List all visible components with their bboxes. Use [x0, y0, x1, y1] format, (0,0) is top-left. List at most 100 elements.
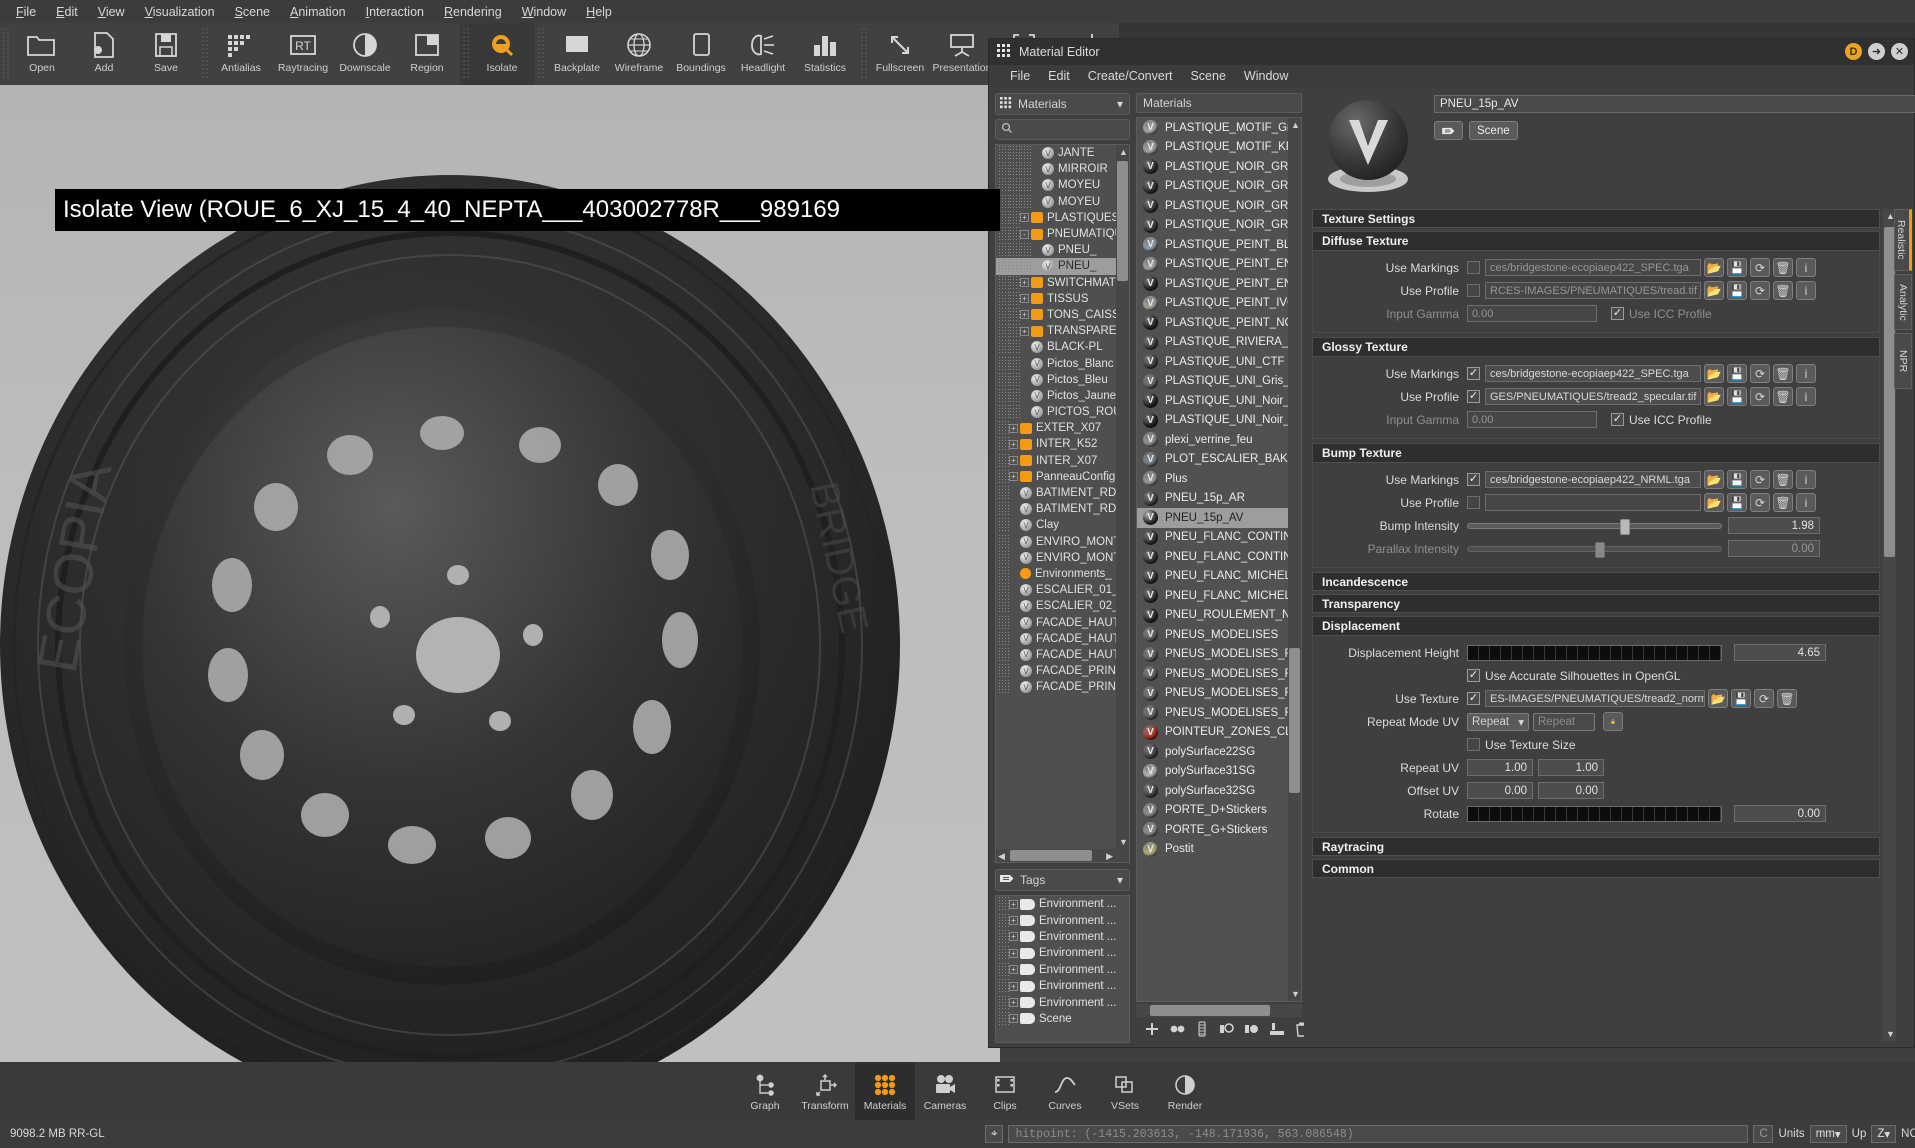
material-list-item[interactable]: V PLASTIQUE_RIVIERA_CTF_RT: [1137, 333, 1290, 353]
tree-node[interactable]: - PNEUMATIQUES: [996, 226, 1116, 243]
bump-intensity-value[interactable]: 1.98: [1728, 517, 1820, 534]
material-list-item[interactable]: V PLASTIQUE_UNI_Gris_Mat_(...: [1137, 372, 1290, 392]
save-icon[interactable]: 💾: [1727, 364, 1747, 383]
toolbar-save-button[interactable]: Save: [135, 23, 197, 83]
info-icon[interactable]: i: [1796, 470, 1816, 489]
toolbar-gripper[interactable]: [462, 27, 471, 79]
glossy-use-profile-checkbox[interactable]: ✓: [1467, 390, 1480, 403]
material-editor-titlebar[interactable]: Material Editor D ➜ ✕: [989, 39, 1914, 65]
tree-expander[interactable]: +: [1009, 932, 1018, 942]
glossy-profile-path-field[interactable]: GES/PNEUMATIQUES/tread2_specular.tif: [1485, 388, 1701, 405]
bump-markings-path-field[interactable]: ces/bridgestone-ecopiaep422_NRML.tga: [1485, 471, 1701, 488]
tree-node[interactable]: + TISSUS: [996, 290, 1116, 307]
tree-node[interactable]: V MOYEU: [996, 193, 1116, 210]
displacement-height-slider[interactable]: [1467, 644, 1722, 661]
materials-list[interactable]: V PLASTIQUE_MOTIF_Gris_Sat... V PLASTIQUE_M…: [1136, 117, 1302, 1002]
tree-node[interactable]: V ENVIRO_MONT: [996, 533, 1116, 550]
viewport-3d[interactable]: ECOPIA BRIDGE Isolate View (ROUE_6_XJ_15…: [0, 85, 1000, 1070]
close-button[interactable]: ✕: [1891, 43, 1908, 60]
tree-expander[interactable]: +: [1020, 278, 1029, 288]
module-vsets-button[interactable]: VSets: [1095, 1062, 1155, 1120]
use-texture-size-checkbox[interactable]: [1467, 738, 1480, 751]
tree-search-box[interactable]: [995, 119, 1159, 140]
delete-icon[interactable]: 🗑: [1777, 689, 1797, 708]
section-displacement[interactable]: Displacement: [1313, 617, 1879, 636]
tree-expander[interactable]: +: [1009, 916, 1018, 926]
tree-node[interactable]: V Clay: [996, 517, 1116, 534]
parallax-intensity-knob[interactable]: [1594, 541, 1605, 558]
toolbar-gripper[interactable]: [537, 27, 546, 79]
tag-node[interactable]: + Environment ...: [996, 896, 1129, 913]
material-list-item[interactable]: V PLASTIQUE_MOTIF_Gris_Sat...: [1137, 118, 1290, 138]
render-tab-npr[interactable]: NPR: [1894, 333, 1912, 389]
module-render-button[interactable]: Render: [1155, 1062, 1215, 1120]
tags-combo[interactable]: Tags ▾: [995, 869, 1130, 891]
menu-scene[interactable]: Scene: [225, 2, 280, 22]
me-menu-scene[interactable]: Scene: [1181, 67, 1234, 85]
material-list-item[interactable]: V PORTE_D+Stickers: [1137, 801, 1290, 821]
info-icon[interactable]: i: [1796, 364, 1816, 383]
scroll-left-icon[interactable]: ◀: [998, 851, 1005, 862]
render-tab-realistic[interactable]: Realistic: [1894, 209, 1912, 271]
dock-button[interactable]: D: [1845, 43, 1862, 60]
tree-expander[interactable]: +: [1009, 439, 1018, 449]
material-list-item[interactable]: V PNEUS_MODELISES_FlancA...: [1137, 645, 1290, 665]
reload-icon[interactable]: ⟳: [1750, 387, 1770, 406]
info-icon[interactable]: i: [1796, 281, 1816, 300]
open-folder-icon[interactable]: 📂: [1704, 493, 1724, 512]
tree-node[interactable]: V FACADE_PRIN: [996, 679, 1116, 696]
tree-horizontal-scrollbar[interactable]: ◀ ▶: [996, 849, 1129, 862]
section-incandescence[interactable]: Incandescence: [1312, 572, 1880, 591]
menu-view[interactable]: View: [88, 2, 135, 22]
repeat-mode-dropdown[interactable]: Repeat ▾: [1467, 712, 1529, 731]
menu-help[interactable]: Help: [576, 2, 622, 22]
offset-uv-v[interactable]: 0.00: [1538, 782, 1604, 799]
material-list-item[interactable]: V PNEUS_MODELISES_FlancAVG: [1137, 664, 1290, 684]
toolbar-isolate-button[interactable]: Isolate: [471, 23, 533, 83]
toolbar-region-button[interactable]: Region: [396, 23, 458, 83]
material-list-item[interactable]: V PLASTIQUE_PEINT_NOIR_G...: [1137, 313, 1290, 333]
tree-node[interactable]: + INTER_K52: [996, 436, 1116, 453]
tags-tree[interactable]: + Environment ... + Environment ... + Environ…: [995, 895, 1130, 1043]
material-list-item[interactable]: V Plus: [1137, 469, 1290, 489]
tree-vertical-scrollbar[interactable]: ▲ ▼: [1116, 145, 1129, 849]
tree-expander[interactable]: +: [1009, 965, 1018, 975]
scene-button[interactable]: Scene: [1469, 121, 1518, 140]
section-common[interactable]: Common: [1312, 859, 1880, 878]
material-list-item[interactable]: V PLASTIQUE_PEINT_BLEU_BR...: [1137, 235, 1290, 255]
delete-icon[interactable]: 🗑: [1773, 258, 1793, 277]
clean-icon[interactable]: [1269, 1021, 1285, 1040]
diffuse-icc-checkbox[interactable]: ✓: [1611, 307, 1624, 320]
delete-icon[interactable]: 🗑: [1773, 387, 1793, 406]
open-folder-icon[interactable]: 📂: [1704, 281, 1724, 300]
tree-node[interactable]: + TRANSPARENTS: [996, 323, 1116, 340]
reload-icon[interactable]: ⟳: [1750, 470, 1770, 489]
reload-icon[interactable]: ⟳: [1750, 493, 1770, 512]
material-list-item[interactable]: Vplexi_verrine_feu: [1137, 430, 1290, 450]
scroll-down-icon[interactable]: ▼: [1291, 989, 1300, 999]
material-list-item[interactable]: V PNEU_ROULEMENT_NEUTR...: [1137, 606, 1290, 626]
material-list-item[interactable]: V PNEU_FLANC_MICHELIN_16...: [1137, 567, 1290, 587]
tree-expander[interactable]: +: [1009, 472, 1018, 482]
reload-icon[interactable]: ⟳: [1750, 281, 1770, 300]
delete-icon[interactable]: 🗑: [1773, 364, 1793, 383]
tag-node[interactable]: + Environment ...: [996, 978, 1129, 995]
section-glossy-texture[interactable]: Glossy Texture: [1313, 338, 1879, 357]
reload-icon[interactable]: ⟳: [1754, 689, 1774, 708]
tree-node[interactable]: V Pictos_Bleu: [996, 371, 1116, 388]
section-diffuse-texture[interactable]: Diffuse Texture: [1313, 232, 1879, 251]
reload-icon[interactable]: ⟳: [1750, 258, 1770, 277]
bump-use-profile-checkbox[interactable]: [1467, 496, 1480, 509]
tree-node[interactable]: V ESCALIER_02_B: [996, 598, 1116, 615]
tree-expander[interactable]: +: [1009, 1014, 1018, 1024]
bump-use-markings-checkbox[interactable]: ✓: [1467, 473, 1480, 486]
tree-expander[interactable]: +: [1009, 948, 1018, 958]
tag-node[interactable]: + Environment ...: [996, 945, 1129, 962]
displacement-texture-path-field[interactable]: ES-IMAGES/PNEUMATIQUES/tread2_normal.tif: [1485, 690, 1705, 707]
bump-intensity-knob[interactable]: [1619, 518, 1630, 535]
tree-expander[interactable]: +: [1009, 981, 1018, 991]
chevron-down-icon[interactable]: ▾: [1117, 97, 1123, 111]
tag-node[interactable]: + Environment ...: [996, 994, 1129, 1011]
save-icon[interactable]: 💾: [1727, 258, 1747, 277]
menu-rendering[interactable]: Rendering: [434, 2, 512, 22]
